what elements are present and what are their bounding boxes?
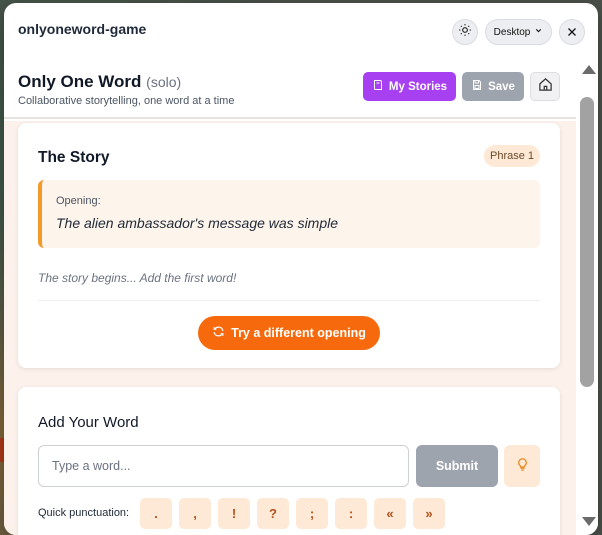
close-button[interactable] (559, 19, 585, 45)
punctuation-button-exclamation[interactable]: ! (218, 498, 250, 529)
theme-toggle-button[interactable] (452, 19, 478, 45)
book-icon (372, 79, 384, 94)
save-icon (471, 79, 483, 94)
app-window: onlyoneword-game Desktop Only One Word (… (4, 3, 598, 535)
word-input[interactable] (38, 445, 409, 487)
divider (38, 300, 540, 301)
opening-text: The alien ambassador's message was simpl… (56, 215, 339, 231)
my-stories-button[interactable]: My Stories (363, 72, 456, 101)
main-content: The Story Phrase 1 Opening: The alien am… (4, 121, 576, 535)
home-icon (538, 77, 553, 96)
phrase-badge: Phrase 1 (484, 145, 540, 167)
opening-label: Opening: (56, 195, 101, 207)
quick-punctuation-label: Quick punctuation: (38, 507, 130, 519)
close-icon (566, 23, 578, 42)
view-mode-value: Desktop (493, 26, 531, 38)
game-title: Only One Word (18, 72, 142, 91)
game-header: Only One Word (solo) Collaborative story… (4, 61, 576, 119)
story-title: The Story (38, 149, 110, 166)
chevron-down-icon (534, 26, 543, 38)
punctuation-button-comma[interactable]: , (179, 498, 211, 529)
game-mode: (solo) (146, 74, 182, 90)
scroll-down-arrow-icon[interactable] (582, 517, 596, 526)
home-button[interactable] (530, 72, 560, 101)
page-subtitle: Collaborative storytelling, one word at … (18, 95, 235, 107)
save-button[interactable]: Save (462, 72, 524, 101)
window-topbar: onlyoneword-game Desktop (4, 3, 598, 61)
story-status-text: The story begins... Add the first word! (38, 271, 237, 285)
story-card: The Story Phrase 1 Opening: The alien am… (18, 123, 560, 368)
punctuation-button-colon[interactable]: : (335, 498, 367, 529)
add-word-card: Add Your Word Submit Quick punctuation: … (18, 387, 560, 535)
punctuation-button-semicolon[interactable]: ; (296, 498, 328, 529)
submit-button[interactable]: Submit (416, 445, 498, 487)
try-different-opening-button[interactable]: Try a different opening (198, 316, 380, 350)
opening-box: Opening: The alien ambassador's message … (38, 180, 540, 248)
page-title: Only One Word (solo) (18, 72, 181, 92)
scroll-up-arrow-icon[interactable] (582, 65, 596, 74)
my-stories-label: My Stories (388, 80, 448, 93)
refresh-icon (212, 325, 225, 341)
scrollbar-thumb[interactable] (580, 97, 594, 387)
lightbulb-icon (515, 457, 530, 476)
save-label: Save (488, 80, 515, 93)
add-word-title: Add Your Word (38, 414, 139, 431)
punctuation-row: . , ! ? ; : « » (140, 498, 445, 529)
sun-icon (458, 23, 472, 41)
punctuation-button-period[interactable]: . (140, 498, 172, 529)
punctuation-button-close-quote[interactable]: » (413, 498, 445, 529)
app-title: onlyoneword-game (18, 21, 147, 37)
punctuation-button-question[interactable]: ? (257, 498, 289, 529)
view-mode-select[interactable]: Desktop (485, 19, 552, 45)
hint-button[interactable] (504, 445, 540, 487)
punctuation-button-open-quote[interactable]: « (374, 498, 406, 529)
try-different-opening-label: Try a different opening (231, 326, 366, 340)
vertical-scrollbar[interactable] (576, 61, 598, 535)
